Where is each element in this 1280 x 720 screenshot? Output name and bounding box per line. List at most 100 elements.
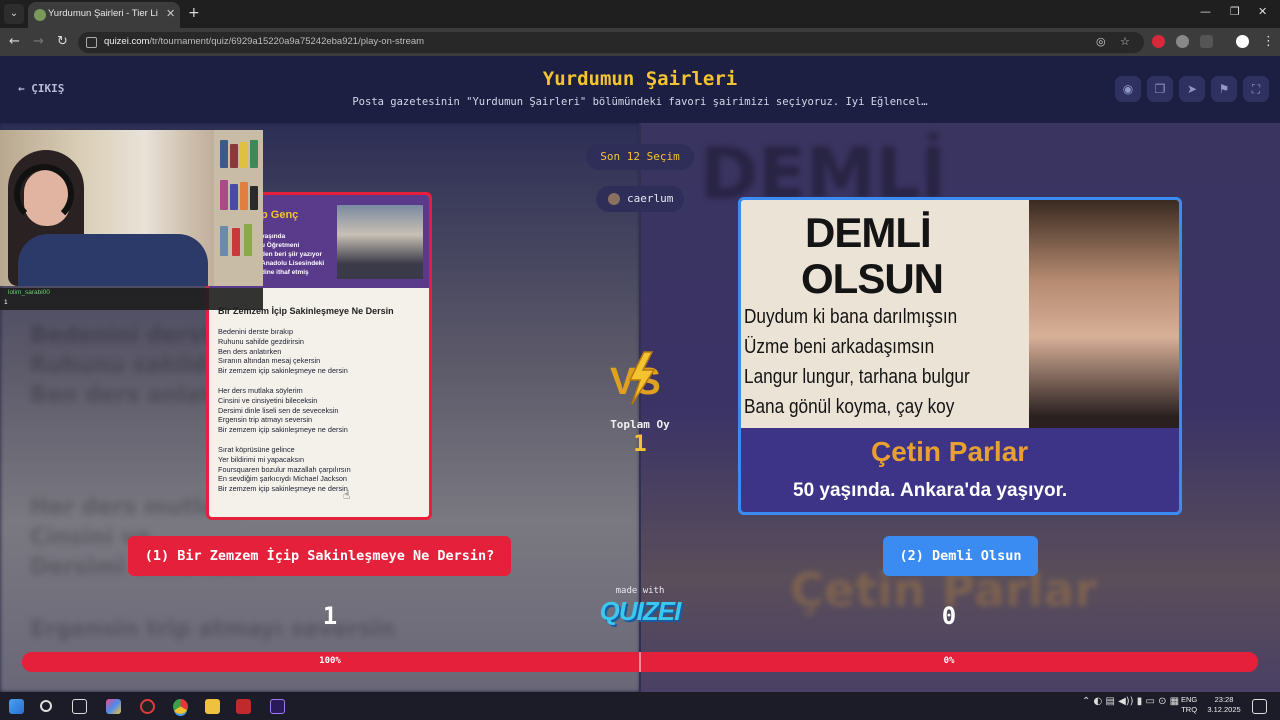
clock[interactable]: 23:28 3.12.2025 [1202, 695, 1246, 715]
fullscreen-icon[interactable]: ⛶ [1243, 76, 1269, 102]
video-editor-icon[interactable] [236, 699, 251, 714]
language-code: ENG [1181, 695, 1198, 704]
poem-line: Yer bildirimi mi yapacaksın [218, 454, 305, 464]
poem-line: En sevdiğim şarkıcıydı Michael Jackson [218, 474, 347, 484]
back-icon[interactable]: ← [9, 34, 20, 49]
copy-icon[interactable]: ❐ [1147, 76, 1173, 102]
exit-button[interactable]: ← ÇIKIŞ [18, 82, 64, 95]
menu-kebab-icon[interactable]: ⋮ [1262, 34, 1275, 49]
left-poet-info: den beri şiir yazıyor [261, 251, 323, 258]
chrome-icon[interactable] [173, 699, 188, 714]
new-tab-icon[interactable]: + [188, 5, 200, 21]
close-tab-icon[interactable]: ✕ [166, 7, 175, 20]
tab-search-button[interactable]: ⌄ [4, 4, 24, 24]
language-indicator[interactable]: ENG TRQ [1181, 695, 1197, 715]
choice-right-button[interactable]: (2) Demli Olsun [883, 536, 1038, 576]
address-bar[interactable]: quizei.com/tr/tournament/quiz/6929a15220… [78, 32, 1144, 53]
app-header: ← ÇIKIŞ Yurdumun Şairleri Posta gazetesi… [0, 56, 1280, 123]
clock-time: 23:28 [1214, 695, 1234, 704]
reload-icon[interactable]: ↻ [57, 34, 68, 49]
page-title: Yurdumun Şairleri [542, 68, 738, 90]
headset-icon [14, 164, 74, 224]
left-vote-count: 1 [322, 602, 338, 630]
browser-tab-strip: ⌄ Yurdumun Şairleri - Tier List, Ka ✕ + … [0, 0, 1280, 28]
right-card-footer: Çetin Parlar 50 yaşında. Ankara'da yaşıy… [741, 428, 1179, 512]
right-percent-label: 0% [943, 656, 955, 666]
window-close-icon[interactable]: ✕ [1258, 5, 1267, 18]
forward-icon[interactable]: → [33, 34, 44, 49]
poem-stanza: Her ders mutlaka söylerim Cinsini ve cin… [218, 386, 348, 435]
left-poet-info: yaşında [261, 233, 286, 240]
left-poet-info: u Öğretmeni [261, 242, 300, 249]
poem-line: Foursquaren bozulur mazallah çarpılırsın [218, 464, 351, 474]
right-poem-heading: DEMLİ [805, 209, 932, 256]
stream-chat-overlay: lolim_sarabi00 1 [0, 288, 263, 310]
system-tray[interactable]: ⌃ ◐ ▤ ◀)) ▮ ▭ ⊙ ▦ [1082, 696, 1179, 707]
poem-line: Ergensin trip atmayı seversin [218, 415, 313, 425]
vote-progress-bar: 100% 0% [22, 652, 1258, 672]
extension-icon[interactable] [1152, 35, 1165, 48]
page-subtitle: Posta gazetesinin "Yurdumun Şairleri" bö… [352, 96, 928, 108]
chat-message: 1 [4, 299, 8, 306]
webcam-overlay [0, 130, 263, 286]
quizei-logo[interactable]: QUIZEI [590, 596, 690, 627]
chat-username: lolim_sarabi00 [8, 289, 50, 296]
start-windows-icon[interactable] [9, 699, 24, 714]
left-poet-photo [337, 205, 423, 279]
poem-line: Bir zemzem içip sakinleşmeye ne dersin [218, 425, 348, 435]
send-icon[interactable]: ➤ [1179, 76, 1205, 102]
left-poet-info: dine ithaf etmiş [261, 269, 309, 276]
url-domain: quizei.com [104, 36, 150, 47]
poem-line: Ben ders anlatırken [218, 346, 282, 356]
browser-tab[interactable]: Yurdumun Şairleri - Tier List, Ka ✕ [28, 2, 180, 28]
browser-toolbar: ← → ↻ quizei.com/tr/tournament/quiz/6929… [0, 28, 1280, 56]
left-poet-name: p Genç [261, 209, 299, 221]
poem-line: Cinsini ve cinsiyetini bileceksin [218, 395, 318, 405]
restore-icon[interactable]: ❐ [1230, 5, 1240, 18]
mouse-cursor-icon: ☝ [343, 488, 351, 502]
profile-avatar[interactable] [1236, 35, 1249, 48]
right-poet-name: Çetin Parlar [871, 436, 1029, 467]
premiere-icon[interactable] [270, 699, 285, 714]
site-info-icon[interactable] [86, 37, 97, 48]
poem-line: Ruhunu sahilde gezdirirsin [218, 336, 304, 346]
username: caerlum [627, 192, 674, 205]
poem-line: Her ders mutlaka söylerim [218, 386, 303, 395]
poem-line: Duydum ki bana darılmışsın [744, 306, 958, 328]
search-icon[interactable] [40, 700, 52, 712]
right-poem-heading: OLSUN [801, 255, 944, 302]
total-votes-value: 1 [633, 432, 647, 457]
eye-icon[interactable]: ◉ [1115, 76, 1141, 102]
obs-icon[interactable] [140, 699, 155, 714]
ghost-text: Ruhunu sahilde [30, 353, 223, 378]
poem-line: Bedenini derste bırakıp [218, 327, 294, 336]
user-badge: caerlum [596, 186, 684, 212]
notifications-icon[interactable] [1252, 699, 1267, 714]
exit-label: ÇIKIŞ [31, 82, 65, 95]
clock-date: 3.12.2025 [1207, 705, 1241, 714]
right-option-card[interactable]: DEMLİ OLSUN Duydum ki bana darılmışsın Ü… [738, 197, 1182, 515]
bookmark-star-icon[interactable]: ☆ [1120, 35, 1130, 48]
file-explorer-icon[interactable] [205, 699, 220, 714]
url-path: /tr/tournament/quiz/6929a15220a9a75242eb… [149, 36, 425, 47]
extensions-puzzle-icon[interactable] [1200, 35, 1213, 48]
poem-line: Bana gönül koyma, çay koy [744, 396, 955, 418]
minimize-icon[interactable]: — [1200, 5, 1211, 18]
ghost-text: Bedenini derste [30, 323, 227, 348]
poem-line: Üzme beni arkadaşımsın [744, 336, 935, 358]
flag-icon[interactable]: ⚑ [1211, 76, 1237, 102]
recent-selections-badge[interactable]: Son 12 Seçim [586, 144, 694, 170]
poem-line: Sırat köprüsüne gelince [218, 445, 295, 454]
poem-line: Bir zemzem içip sakinleşmeye ne dersin [218, 484, 348, 494]
eye-off-icon[interactable]: ◎ [1096, 35, 1106, 48]
copilot-icon[interactable] [106, 699, 121, 714]
left-percent-label: 100% [319, 656, 341, 666]
right-vote-count: 0 [941, 602, 957, 630]
streamer-body [18, 234, 208, 286]
poem-line: Sıranın altından mesaj çekersin [218, 356, 321, 366]
extension-icon[interactable] [1176, 35, 1189, 48]
choice-left-button[interactable]: (1) Bir Zemzem İçip Sakinleşmeye Ne Ders… [128, 536, 511, 576]
poem-stanza: Sırat köprüsüne gelince Yer bildirimi mi… [218, 445, 351, 494]
made-with-label: made with [615, 586, 665, 596]
task-view-icon[interactable] [72, 699, 87, 714]
